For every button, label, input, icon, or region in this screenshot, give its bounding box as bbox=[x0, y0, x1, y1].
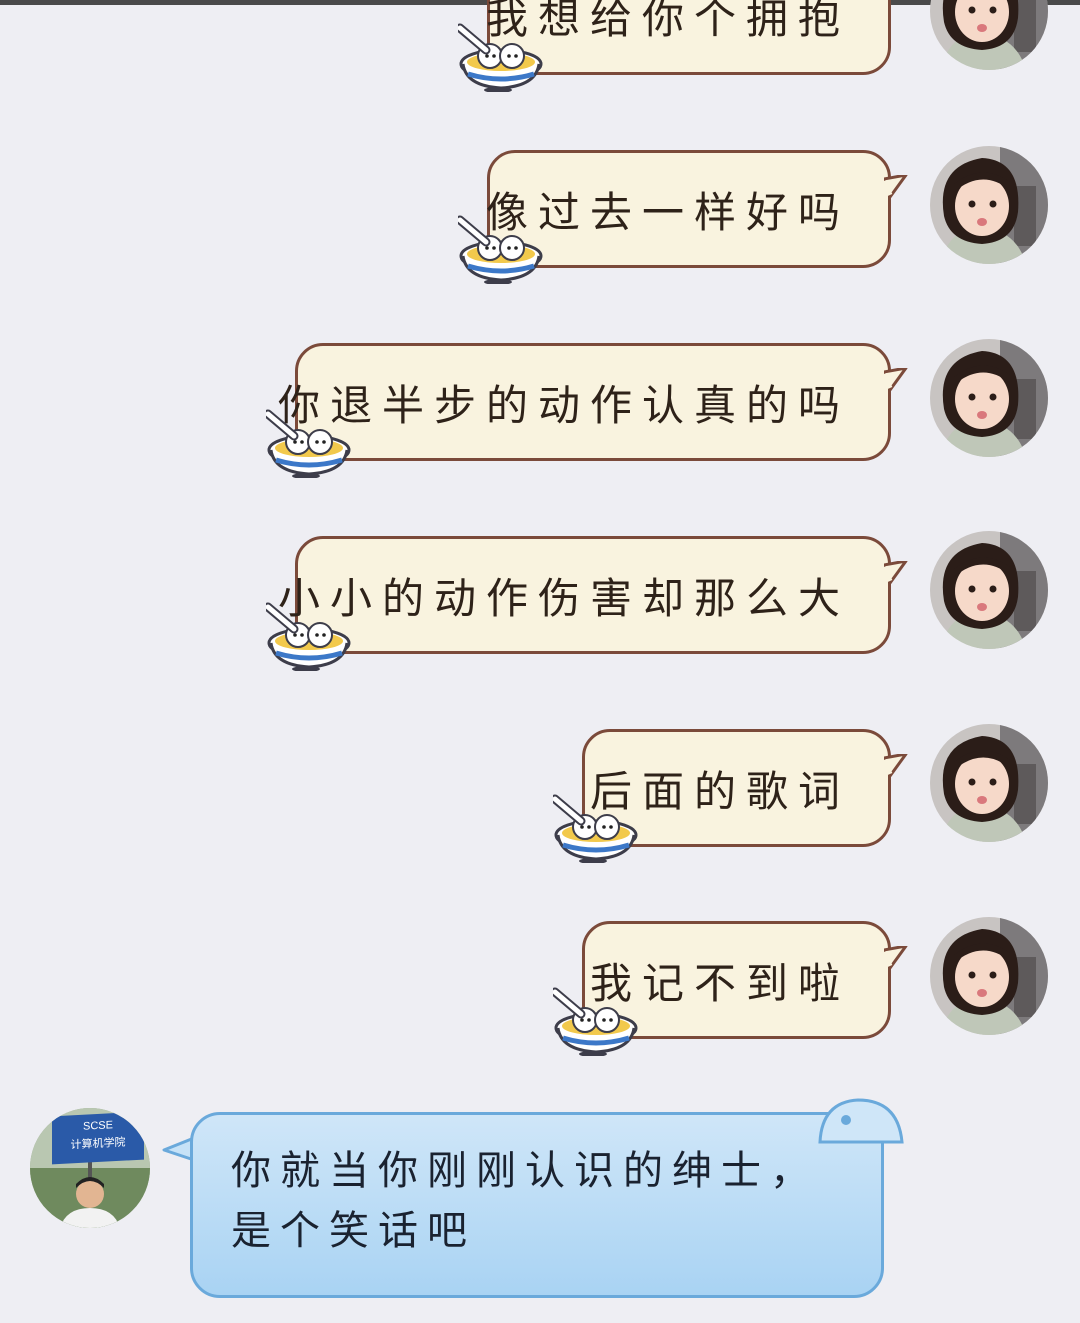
bubble-tail-icon bbox=[884, 175, 910, 201]
rice-ball-bowl-sticker-icon bbox=[553, 791, 639, 863]
bubble-tail-icon bbox=[884, 754, 910, 780]
avatar-sign-line1: SCSE bbox=[83, 1119, 113, 1133]
message-text: 你就当你刚刚认识的绅士，是个笑话吧 bbox=[231, 1148, 819, 1254]
avatar[interactable] bbox=[930, 531, 1048, 649]
avatar-sign-line2: 计算机学院 bbox=[70, 1136, 126, 1152]
rice-ball-bowl-sticker-icon bbox=[553, 984, 639, 1056]
bubble-tail-icon bbox=[884, 946, 910, 972]
avatar-sign: SCSE 计算机学院 bbox=[52, 1111, 144, 1165]
bubble-tail-icon bbox=[884, 561, 910, 587]
avatar[interactable] bbox=[930, 724, 1048, 842]
outgoing-bubble[interactable]: 像过去一样好吗 bbox=[486, 150, 891, 268]
avatar[interactable] bbox=[930, 917, 1048, 1035]
bubble-ear-decoration-icon bbox=[818, 1098, 904, 1144]
rice-ball-bowl-sticker-icon bbox=[266, 599, 352, 671]
outgoing-bubble[interactable]: 我想给你个拥抱 bbox=[486, 0, 891, 75]
avatar[interactable] bbox=[930, 0, 1048, 70]
outgoing-bubble[interactable]: 你退半步的动作认真的吗 bbox=[278, 343, 891, 461]
rice-ball-bowl-sticker-icon bbox=[266, 406, 352, 478]
bubble-tail-icon bbox=[884, 368, 910, 394]
avatar[interactable] bbox=[930, 339, 1048, 457]
rice-ball-bowl-sticker-icon bbox=[458, 20, 544, 92]
outgoing-bubble[interactable]: 小小的动作伤害却那么大 bbox=[278, 536, 891, 654]
avatar[interactable] bbox=[930, 146, 1048, 264]
incoming-bubble[interactable]: 你就当你刚刚认识的绅士，是个笑话吧 bbox=[190, 1112, 884, 1298]
message-text: 你退半步的动作认真的吗 bbox=[277, 380, 850, 430]
avatar[interactable]: SCSE 计算机学院 bbox=[30, 1108, 150, 1228]
rice-ball-bowl-sticker-icon bbox=[458, 212, 544, 284]
message-text: 小小的动作伤害却那么大 bbox=[277, 573, 850, 623]
